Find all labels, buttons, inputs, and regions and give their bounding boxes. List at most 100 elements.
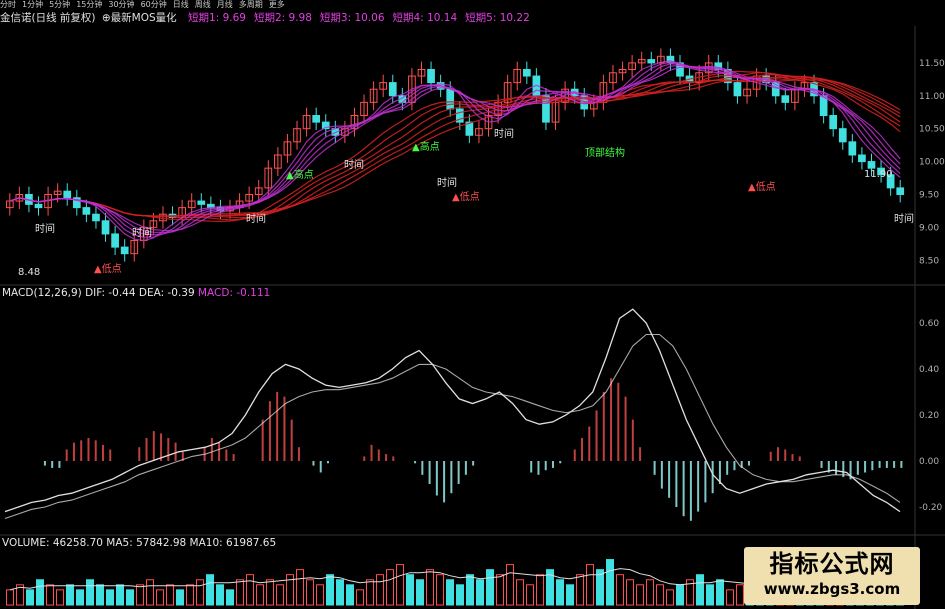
- macd-tick-0: 0.60: [919, 319, 939, 329]
- candle-body-3: [34, 203, 43, 209]
- time-label-4: 时间: [344, 158, 364, 171]
- volume-bar-18: [186, 584, 194, 606]
- volume-bar-6: [66, 584, 74, 606]
- volume-bar-34: [346, 584, 354, 606]
- volume-bar-65: [656, 584, 664, 606]
- volume-bar-36: [366, 579, 374, 606]
- volume-bar-16: [166, 584, 174, 606]
- candle-body-10: [101, 220, 110, 235]
- volume-bar-41: [416, 579, 424, 606]
- volume-bar-56: [566, 584, 574, 606]
- volume-bar-22: [226, 589, 234, 606]
- volume-bar-39: [396, 564, 404, 606]
- volume-bar-55: [556, 579, 564, 606]
- candle-body-8: [82, 207, 91, 215]
- volume-bar-19: [196, 579, 204, 606]
- candle-body-54: [522, 68, 531, 77]
- candle-body-89: [858, 154, 866, 163]
- volume-bar-44: [446, 579, 454, 606]
- volume-bar-20: [206, 574, 214, 606]
- volume-bar-47: [476, 579, 484, 606]
- watermark-url: www.zbgs3.com: [763, 580, 901, 598]
- volume-bar-49: [496, 574, 504, 606]
- volume-bar-32: [326, 574, 334, 606]
- time-label-1: 时间: [35, 222, 55, 235]
- volume-bar-53: [536, 574, 544, 606]
- candle-body-81: [781, 95, 790, 103]
- volume-bar-9: [96, 584, 104, 606]
- volume-bar-71: [716, 579, 724, 606]
- volume-bar-29: [296, 569, 304, 606]
- volume-bar-3: [36, 579, 44, 606]
- candle-body-88: [848, 141, 857, 156]
- volume-bar-10: [106, 589, 114, 606]
- time-label-3: 时间: [246, 212, 266, 225]
- price-tick-4: 9.50: [919, 190, 939, 200]
- volume-bar-73: [736, 584, 744, 606]
- volume-bar-25: [256, 584, 264, 606]
- candle-body-93: [896, 187, 905, 195]
- macd-tick-2: 0.20: [919, 411, 939, 421]
- volume-bar-15: [156, 589, 164, 606]
- watermark-title: 指标公式网: [769, 550, 895, 578]
- candle-body-46: [446, 88, 455, 110]
- low-label-2: ▲低点: [452, 190, 480, 203]
- volume-bar-12: [126, 589, 134, 606]
- price-tick-2: 10.50: [919, 125, 945, 135]
- volume-bar-64: [646, 579, 654, 606]
- volume-bar-26: [266, 579, 274, 606]
- volume-bar-33: [336, 579, 344, 606]
- macd-tick-4: -0.20: [919, 503, 943, 513]
- low-price-label: 8.48: [18, 267, 40, 278]
- volume-bar-2: [26, 589, 34, 606]
- time-label-6: 时间: [494, 127, 514, 140]
- volume-bar-62: [626, 579, 634, 606]
- low-label-3: ▲低点: [748, 180, 776, 193]
- candle-body-67: [647, 59, 656, 64]
- volume-bar-58: [586, 564, 594, 606]
- candle-body-32: [312, 115, 321, 123]
- high-label-2: ▲高点: [412, 140, 440, 153]
- volume-bar-52: [526, 584, 534, 606]
- volume-bar-14: [146, 579, 154, 606]
- price-tick-5: 9.00: [919, 223, 939, 233]
- volume-bar-5: [56, 589, 64, 606]
- volume-bar-27: [276, 584, 284, 606]
- low-label-1: ▲低点: [94, 262, 122, 275]
- volume-bar-70: [706, 584, 714, 606]
- volume-bar-57: [576, 574, 584, 606]
- structure-label: 顶部结构: [585, 146, 625, 159]
- price-tick-0: 11.50: [919, 59, 945, 69]
- last-price-label: 11.90: [864, 169, 893, 180]
- volume-bar-67: [676, 584, 684, 606]
- time-label-2: 时间: [132, 226, 152, 239]
- macd-tick-3: 0.00: [919, 457, 939, 467]
- candle-body-90: [867, 161, 876, 169]
- volume-bar-46: [466, 574, 474, 606]
- volume-bar-51: [516, 579, 524, 606]
- volume-bar-42: [426, 569, 434, 606]
- price-tick-3: 10.00: [919, 158, 945, 168]
- watermark-logo: 指标公式网 www.zbgs3.com: [744, 547, 920, 605]
- candle-body-9: [92, 213, 100, 222]
- time-label-5: 时间: [437, 176, 457, 189]
- volume-bar-0: [6, 589, 14, 606]
- dea-line: [4, 333, 901, 520]
- volume-bar-45: [456, 584, 464, 606]
- volume-bar-7: [76, 589, 84, 606]
- volume-bar-35: [356, 589, 364, 606]
- volume-bar-13: [136, 584, 144, 606]
- price-tick-6: 8.50: [919, 256, 939, 266]
- stock-chart[interactable]: 11.5011.0010.5010.009.509.008.508.48时间 时间…: [0, 0, 945, 609]
- candle-body-11: [111, 233, 119, 248]
- volume-bar-60: [606, 559, 614, 606]
- high-label-1: ▲高点: [286, 168, 314, 181]
- macd-tick-1: 0.40: [919, 365, 939, 375]
- volume-bar-37: [376, 574, 384, 606]
- volume-bar-17: [176, 589, 184, 606]
- candle-body-40: [388, 82, 397, 97]
- volume-bar-21: [216, 584, 224, 606]
- volume-bar-48: [486, 569, 494, 606]
- volume-bar-31: [316, 584, 324, 606]
- volume-bar-38: [386, 569, 394, 606]
